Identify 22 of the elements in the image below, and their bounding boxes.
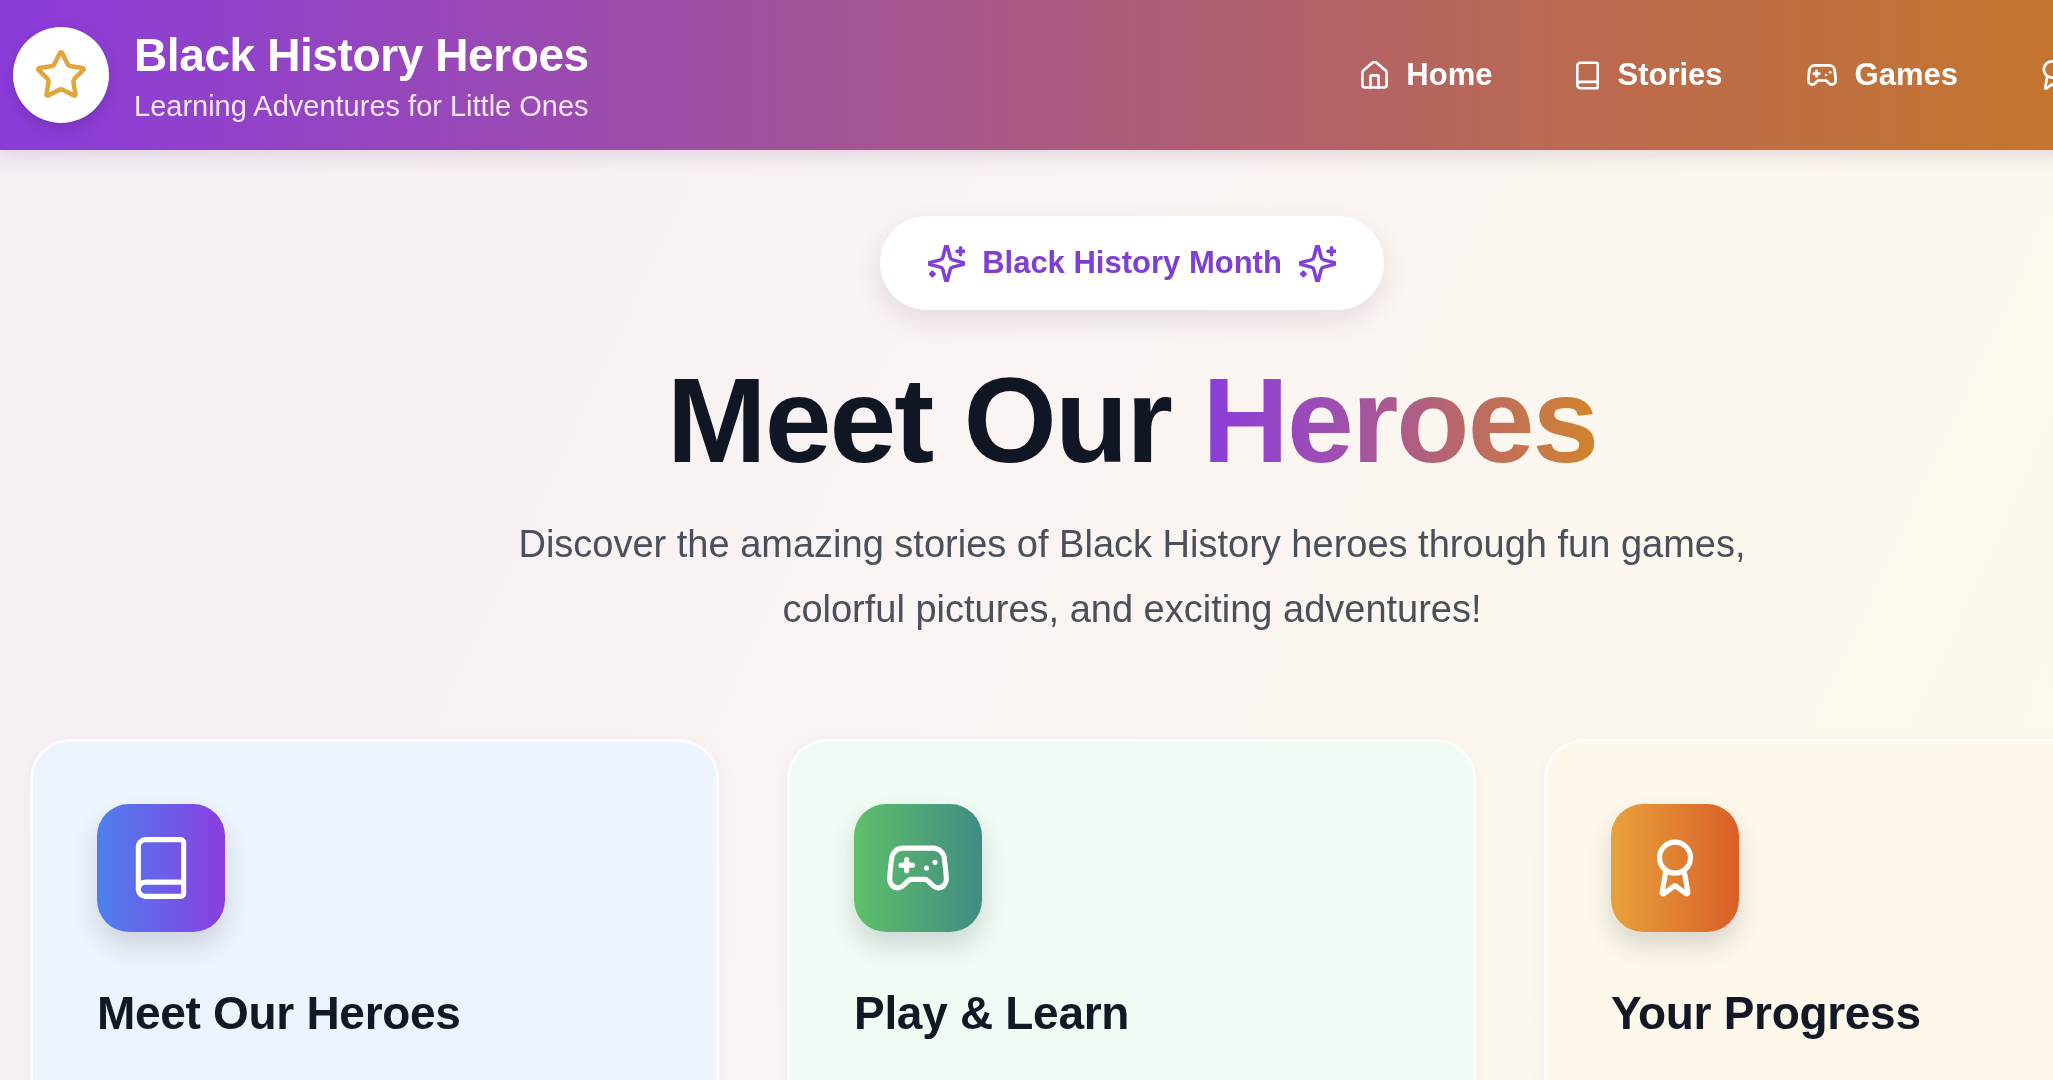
card-title: Play & Learn [854, 986, 1131, 1040]
nav-link[interactable]: Stories [1576, 57, 1723, 93]
feature-card[interactable]: Play & Learn [787, 739, 1476, 1080]
sparkles-icon [1298, 244, 1336, 282]
hero-heading: Meet Our Heroes [666, 354, 1598, 486]
nav-link[interactable]: Home [1361, 57, 1493, 93]
sparkles-icon [928, 244, 966, 282]
book-icon [1576, 60, 1600, 90]
site-title: Black History Heroes [134, 30, 589, 80]
home-icon [1361, 61, 1389, 89]
hero-description: Discover the amazing stories of Black History heroes through fun games, colorful pictures, and exciting adventures! [517, 522, 1747, 632]
gamepad-icon [1806, 64, 1837, 86]
gamepad-icon [854, 804, 982, 932]
site-tagline: Learning Adventures for Little Ones [134, 89, 589, 124]
pill-label: Black History Month [982, 245, 1282, 281]
nav-link[interactable]: Games [1806, 57, 1958, 93]
feature-card[interactable]: Your Progress [1544, 739, 2053, 1080]
book-icon [97, 804, 225, 932]
feature-card[interactable]: Meet Our Heroes [30, 739, 719, 1080]
card-title: Meet Our Heroes [97, 986, 462, 1040]
medal-icon [1611, 804, 1739, 932]
card-title: Your Progress [1611, 986, 1922, 1040]
